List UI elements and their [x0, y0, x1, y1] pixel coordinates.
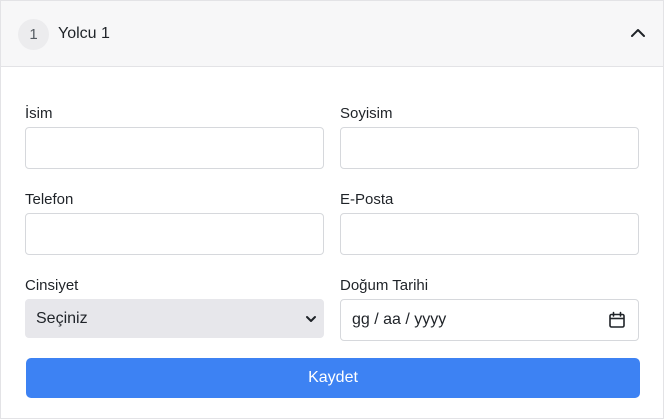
- chevron-down-icon: [305, 312, 317, 330]
- first-name-input[interactable]: [25, 127, 324, 169]
- phone-label: Telefon: [25, 191, 74, 208]
- chevron-up-icon[interactable]: [628, 23, 648, 43]
- last-name-input[interactable]: [340, 127, 639, 169]
- gender-label: Cinsiyet: [25, 277, 79, 294]
- calendar-icon[interactable]: [608, 311, 626, 334]
- passenger-accordion-header[interactable]: 1 Yolcu 1: [1, 1, 663, 67]
- phone-input[interactable]: [25, 213, 324, 255]
- save-button[interactable]: Kaydet: [26, 358, 640, 398]
- gender-select[interactable]: Seçiniz: [25, 299, 324, 338]
- birth-date-placeholder: gg / aa / yyyy: [352, 311, 447, 328]
- passenger-title: Yolcu 1: [58, 25, 110, 42]
- email-label: E-Posta: [340, 191, 394, 208]
- last-name-label: Soyisim: [340, 105, 393, 122]
- email-input[interactable]: [340, 213, 639, 255]
- passenger-card: 1 Yolcu 1 İsim Soyisim Telefon E-Posta C…: [0, 0, 664, 419]
- birth-date-input[interactable]: gg / aa / yyyy: [340, 299, 639, 341]
- first-name-label: İsim: [25, 105, 53, 122]
- gender-selected-value: Seçiniz: [36, 309, 88, 327]
- step-number-badge: 1: [18, 19, 49, 50]
- birth-date-label: Doğum Tarihi: [340, 277, 429, 294]
